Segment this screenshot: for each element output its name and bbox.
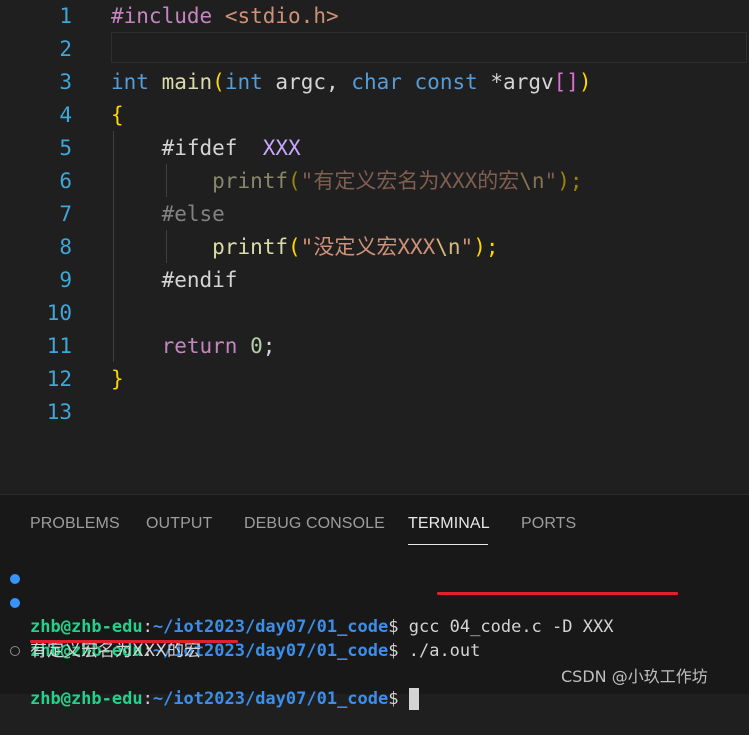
code-editor[interactable]: 1 #include <stdio.h> 2 3 int main(int ar… — [0, 0, 749, 494]
line-number: 1 — [59, 4, 72, 28]
code-line-13[interactable]: 13 — [0, 396, 749, 429]
line-number: 4 — [59, 103, 72, 127]
line-number: 6 — [59, 169, 72, 193]
command-status-dot[interactable] — [10, 598, 20, 608]
code-line-4[interactable]: 4 { — [0, 99, 749, 132]
code-line-6[interactable]: 6 printf("有定义宏名为XXX的宏\n"); — [0, 165, 749, 198]
code-line-3[interactable]: 3 int main(int argc, char const *argv[]) — [0, 66, 749, 99]
tab-output[interactable]: OUTPUT — [146, 515, 212, 533]
line-number: 7 — [59, 202, 72, 226]
include-header: <stdio.h> — [224, 4, 339, 28]
code-line-1[interactable]: 1 #include <stdio.h> — [0, 0, 749, 33]
line-number: 10 — [46, 301, 72, 325]
line-number: 2 — [59, 37, 72, 61]
line-number: 11 — [46, 334, 72, 358]
line-number: 5 — [59, 136, 72, 160]
code-line-7[interactable]: 7 #else — [0, 198, 749, 231]
terminal-line: zhb@zhb-edu:~/iot2023/day07/01_code$ gcc… — [0, 567, 749, 637]
active-tab-indicator — [408, 544, 488, 545]
terminal-line: 有定义宏名为XXX的宏 — [0, 615, 749, 661]
terminal-line: zhb@zhb-edu:~/iot2023/day07/01_code$ ./a… — [0, 591, 749, 661]
command-status-dot[interactable] — [10, 574, 20, 584]
code-line-10[interactable]: 10 — [0, 297, 749, 330]
tab-problems[interactable]: PROBLEMS — [30, 515, 120, 533]
line-number: 8 — [59, 235, 72, 259]
tab-terminal[interactable]: TERMINAL — [408, 515, 490, 533]
watermark: CSDN @小玖工作坊 — [561, 667, 708, 686]
code-line-12[interactable]: 12 } — [0, 363, 749, 396]
command-status-dot — [10, 646, 20, 656]
include-directive: #include — [111, 4, 213, 28]
terminal-line: zhb@zhb-edu:~/iot2023/day07/01_code$ — [0, 639, 749, 710]
code-line-11[interactable]: 11 return 0; — [0, 330, 749, 363]
macro-name: XXX — [262, 136, 301, 160]
line-number: 9 — [59, 268, 72, 292]
line-number: 13 — [46, 400, 72, 424]
code-line-8[interactable]: 8 printf("没定义宏XXX\n"); — [0, 231, 749, 264]
line-number: 3 — [59, 70, 72, 94]
terminal-cursor — [408, 688, 419, 710]
line-number: 12 — [46, 367, 72, 391]
function-name: main — [161, 70, 213, 94]
code-line-9[interactable]: 9 #endif — [0, 264, 749, 297]
tab-ports[interactable]: PORTS — [521, 515, 576, 533]
code-line-5[interactable]: 5 #ifdef XXX — [0, 132, 749, 165]
code-line-2[interactable]: 2 — [0, 33, 749, 66]
tab-debug-console[interactable]: DEBUG CONSOLE — [244, 515, 385, 533]
